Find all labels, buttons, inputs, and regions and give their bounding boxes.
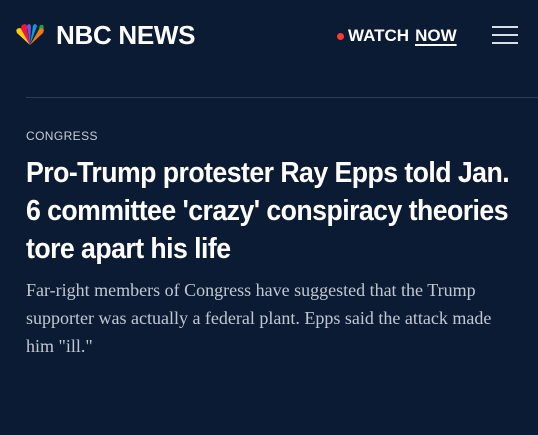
article-teaser: CONGRESS Pro-Trump protester Ray Epps to… (26, 128, 521, 360)
nbc-news-logo[interactable]: NBC NEWS (12, 19, 195, 51)
category-label[interactable]: CONGRESS (26, 128, 521, 144)
live-dot-icon (337, 32, 344, 40)
site-header: NBC NEWS WATCH NOW (0, 0, 538, 96)
brand-name: NBC NEWS (56, 20, 196, 50)
watch-label: WATCH (348, 26, 410, 45)
watch-now-label: NOW (415, 26, 457, 45)
article-dek: Far-right members of Congress have sugge… (26, 280, 492, 356)
header-divider (26, 97, 538, 98)
article-headline[interactable]: Pro-Trump protester Ray Epps told Jan. 6… (26, 154, 523, 268)
peacock-icon (16, 24, 44, 45)
hamburger-menu-icon[interactable] (492, 24, 518, 46)
watch-now-link[interactable]: WATCH NOW (337, 25, 457, 47)
